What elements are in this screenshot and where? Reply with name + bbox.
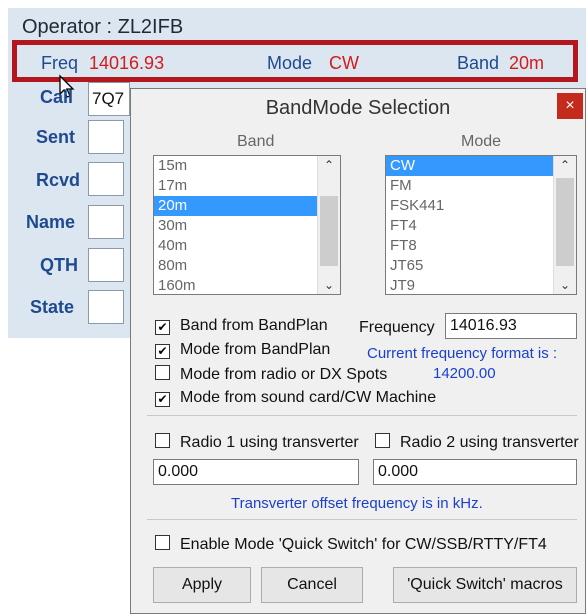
operator-title: Operator : ZL2IFB	[22, 16, 184, 38]
qth-label: QTH	[40, 255, 78, 275]
mode-list-item[interactable]: FT4	[386, 216, 576, 236]
radio2-offset-value: 0.000	[378, 463, 419, 480]
mode-list-items: CW FM FSK441 FT4 FT8 JT65 JT9	[386, 156, 576, 294]
option-label: Band from BandPlan	[180, 317, 328, 334]
mode-from-radio-option[interactable]: Mode from radio or DX Spots	[155, 365, 387, 384]
qth-input[interactable]	[88, 248, 124, 282]
rcvd-input[interactable]	[88, 162, 124, 196]
band-list-item[interactable]: 80m	[154, 256, 340, 276]
band-listbox[interactable]: 15m 17m 20m 30m 40m 80m 160m ⌃ ⌄	[153, 155, 341, 295]
option-label: Enable Mode 'Quick Switch' for CW/SSB/RT…	[180, 536, 547, 553]
band-scroll-thumb[interactable]	[320, 196, 338, 266]
close-button[interactable]: ×	[557, 93, 583, 119]
mode-list-item[interactable]: FSK441	[386, 196, 576, 216]
call-input[interactable]: 7Q7	[88, 82, 130, 116]
cancel-button[interactable]: Cancel	[261, 567, 363, 603]
quick-switch-option[interactable]: Enable Mode 'Quick Switch' for CW/SSB/RT…	[155, 535, 547, 554]
band-list-item[interactable]: 20m	[154, 196, 340, 216]
freq-label: Freq	[41, 53, 79, 73]
option-label: Radio 2 using transverter	[400, 434, 579, 451]
checkbox-checked-icon[interactable]: ✔	[155, 344, 170, 359]
radio1-offset-value: 0.000	[158, 463, 199, 480]
option-label: Radio 1 using transverter	[180, 434, 359, 451]
freq-value: 14016.93	[89, 53, 165, 73]
band-scrollbar[interactable]: ⌃ ⌄	[317, 156, 340, 294]
band-list-item[interactable]: 17m	[154, 176, 340, 196]
mode-list-item[interactable]: JT9	[386, 276, 576, 294]
checkbox-checked-icon[interactable]: ✔	[155, 320, 170, 335]
divider	[147, 519, 577, 520]
radio2-transverter-option[interactable]: Radio 2 using transverter	[375, 433, 579, 452]
mode-scroll-thumb[interactable]	[556, 178, 574, 266]
band-list-items: 15m 17m 20m 30m 40m 80m 160m	[154, 156, 340, 294]
checkbox-unchecked-icon[interactable]	[375, 433, 390, 448]
mode-column-header: Mode	[461, 133, 502, 150]
name-input[interactable]	[88, 205, 124, 239]
name-label: Name	[26, 212, 76, 232]
sent-input[interactable]	[88, 120, 124, 154]
dialog-title: BandMode Selection	[265, 97, 451, 119]
band-list-item[interactable]: 15m	[154, 156, 340, 176]
mode-scrollbar[interactable]: ⌃ ⌄	[553, 156, 576, 294]
divider	[147, 415, 577, 416]
bandmode-dialog: BandMode Selection × Band Mode 15m 17m 20m…	[130, 88, 586, 614]
sent-label: Sent	[36, 127, 76, 147]
mode-list-item[interactable]: CW	[386, 156, 576, 176]
quick-switch-macros-button[interactable]: 'Quick Switch' macros	[393, 567, 577, 603]
radio1-transverter-option[interactable]: Radio 1 using transverter	[155, 433, 359, 452]
checkbox-unchecked-icon[interactable]	[155, 535, 170, 550]
band-from-bandplan-option[interactable]: ✔ Band from BandPlan	[155, 317, 328, 335]
band-column-header: Band	[237, 133, 275, 150]
scroll-up-icon[interactable]: ⌃	[554, 158, 576, 172]
scroll-up-icon[interactable]: ⌃	[318, 158, 340, 172]
band-list-item[interactable]: 30m	[154, 216, 340, 236]
scroll-down-icon[interactable]: ⌄	[318, 278, 340, 292]
call-label: Call	[40, 87, 74, 107]
mode-list-item[interactable]: FM	[386, 176, 576, 196]
state-label: State	[30, 297, 75, 317]
option-label: Mode from BandPlan	[180, 341, 331, 358]
call-value: 7Q7	[92, 89, 125, 108]
band-value: 20m	[509, 53, 545, 73]
mode-value: CW	[329, 53, 359, 73]
option-label: Mode from radio or DX Spots	[180, 366, 388, 383]
state-input[interactable]	[88, 290, 124, 324]
transverter-offset-note: Transverter offset frequency is in kHz.	[231, 495, 483, 512]
rcvd-label: Rcvd	[36, 170, 81, 190]
checkbox-checked-icon[interactable]: ✔	[155, 392, 170, 407]
frequency-label: Frequency	[359, 319, 435, 336]
mode-list-item[interactable]: JT65	[386, 256, 576, 276]
mode-label: Mode	[267, 53, 313, 73]
radio2-offset-input[interactable]: 0.000	[373, 459, 577, 485]
band-list-item[interactable]: 160m	[154, 276, 340, 294]
radio1-offset-input[interactable]: 0.000	[153, 459, 359, 485]
band-label: Band	[457, 53, 500, 73]
scroll-down-icon[interactable]: ⌄	[554, 278, 576, 292]
dialog-titlebar[interactable]: BandMode Selection ×	[131, 89, 585, 127]
option-label: Mode from sound card/CW Machine	[180, 389, 437, 406]
checkbox-unchecked-icon[interactable]	[155, 365, 170, 380]
mode-from-bandplan-option[interactable]: ✔ Mode from BandPlan	[155, 341, 330, 359]
frequency-format-note: Current frequency format is :	[367, 345, 558, 362]
mode-listbox[interactable]: CW FM FSK441 FT4 FT8 JT65 JT9 ⌃ ⌄	[385, 155, 577, 295]
band-list-item[interactable]: 40m	[154, 236, 340, 256]
frequency-input[interactable]: 14016.93	[445, 313, 577, 339]
apply-button[interactable]: Apply	[153, 567, 251, 603]
frequency-input-value: 14016.93	[450, 317, 517, 334]
frequency-format-example: 14200.00	[433, 365, 496, 382]
frequency-mode-band-strip: Freq 14016.93 Mode CW Band 20m	[12, 40, 578, 82]
checkbox-unchecked-icon[interactable]	[155, 433, 170, 448]
mode-from-soundcard-option[interactable]: ✔ Mode from sound card/CW Machine	[155, 389, 436, 407]
mode-list-item[interactable]: FT8	[386, 236, 576, 256]
